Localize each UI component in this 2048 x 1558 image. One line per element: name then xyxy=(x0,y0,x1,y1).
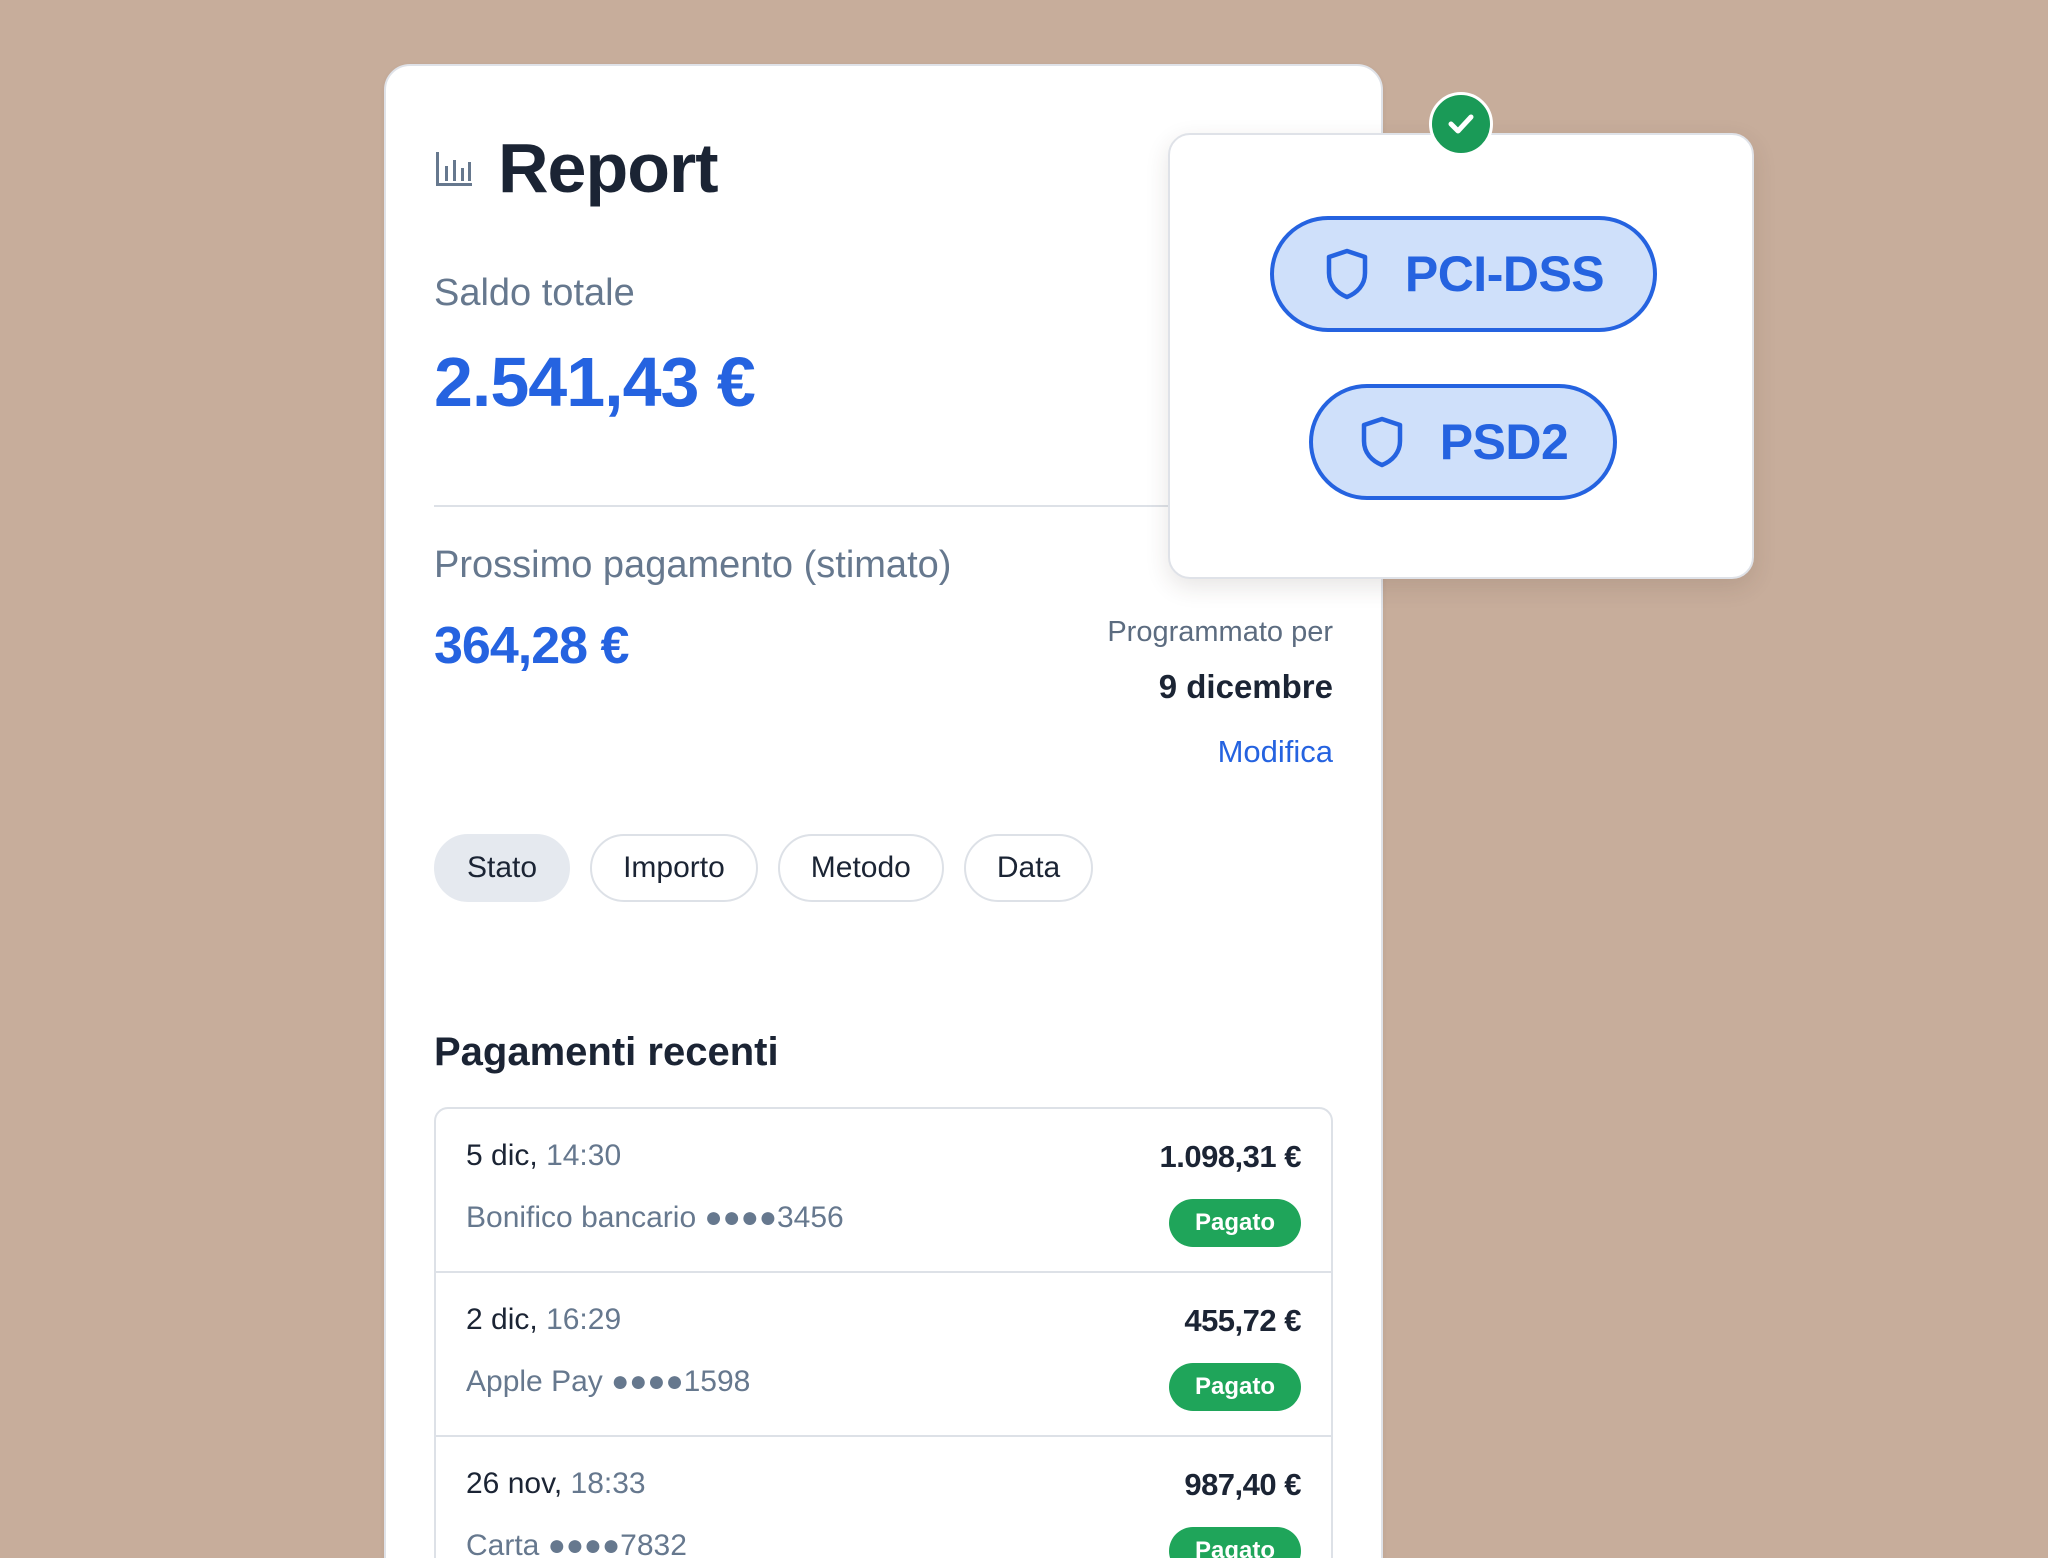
balance-label: Saldo totale xyxy=(434,272,635,314)
check-icon xyxy=(1448,114,1474,134)
filter-chips: Stato Importo Metodo Data xyxy=(434,834,1094,902)
psd2-badge: PSD2 xyxy=(1309,384,1617,500)
payment-time: 18:33 xyxy=(570,1467,646,1500)
scheduled-date: 9 dicembre xyxy=(1158,668,1333,705)
filter-chip-stato[interactable]: Stato xyxy=(434,834,571,902)
payment-method: Carta ●●●●7832 xyxy=(466,1529,687,1558)
bar-chart-icon xyxy=(436,152,472,186)
shield-icon xyxy=(1361,416,1402,468)
filter-chip-data[interactable]: Data xyxy=(963,834,1094,902)
next-payment-value: 364,28 € xyxy=(434,617,629,675)
payment-row[interactable]: 2 dic, 16:29 Apple Pay ●●●●1598 455,72 €… xyxy=(436,1273,1331,1437)
page-title: Report xyxy=(498,129,719,207)
payment-method: Apple Pay ●●●●1598 xyxy=(466,1365,751,1398)
payment-amount: 455,72 € xyxy=(1184,1303,1301,1338)
payment-method: Bonifico bancario ●●●●3456 xyxy=(466,1201,844,1234)
payment-date: 5 dic, xyxy=(466,1139,538,1172)
filter-chip-importo[interactable]: Importo xyxy=(590,834,758,902)
psd2-label: PSD2 xyxy=(1439,414,1569,470)
scheduled-label: Programmato per xyxy=(1107,616,1333,648)
next-payment-label: Prossimo pagamento (stimato) xyxy=(434,544,952,586)
payments-list: 5 dic, 14:30 Bonifico bancario ●●●●3456 … xyxy=(434,1107,1333,1558)
status-badge: Pagato xyxy=(1168,1199,1301,1247)
edit-payment-link[interactable]: Modifica xyxy=(1218,734,1333,770)
payment-date: 2 dic, xyxy=(466,1303,538,1336)
balance-value: 2.541,43 € xyxy=(434,343,756,421)
status-badge: Pagato xyxy=(1168,1527,1301,1558)
payment-time: 16:29 xyxy=(546,1303,622,1336)
verified-check-icon xyxy=(1429,92,1493,156)
payment-time: 14:30 xyxy=(546,1139,622,1172)
pci-dss-label: PCI-DSS xyxy=(1404,246,1605,302)
recent-payments-title: Pagamenti recenti xyxy=(434,1030,779,1074)
payment-row[interactable]: 26 nov, 18:33 Carta ●●●●7832 987,40 € Pa… xyxy=(436,1437,1331,1558)
pci-dss-badge: PCI-DSS xyxy=(1270,216,1657,332)
shield-icon xyxy=(1326,248,1368,300)
compliance-popover: PCI-DSS PSD2 xyxy=(1168,133,1754,579)
page-header: Report xyxy=(434,128,719,208)
payment-amount: 1.098,31 € xyxy=(1159,1139,1301,1174)
status-badge: Pagato xyxy=(1168,1363,1301,1411)
payment-amount: 987,40 € xyxy=(1184,1467,1301,1502)
payment-date: 26 nov, xyxy=(466,1467,563,1500)
filter-chip-metodo[interactable]: Metodo xyxy=(777,834,944,902)
payment-row[interactable]: 5 dic, 14:30 Bonifico bancario ●●●●3456 … xyxy=(436,1109,1331,1273)
